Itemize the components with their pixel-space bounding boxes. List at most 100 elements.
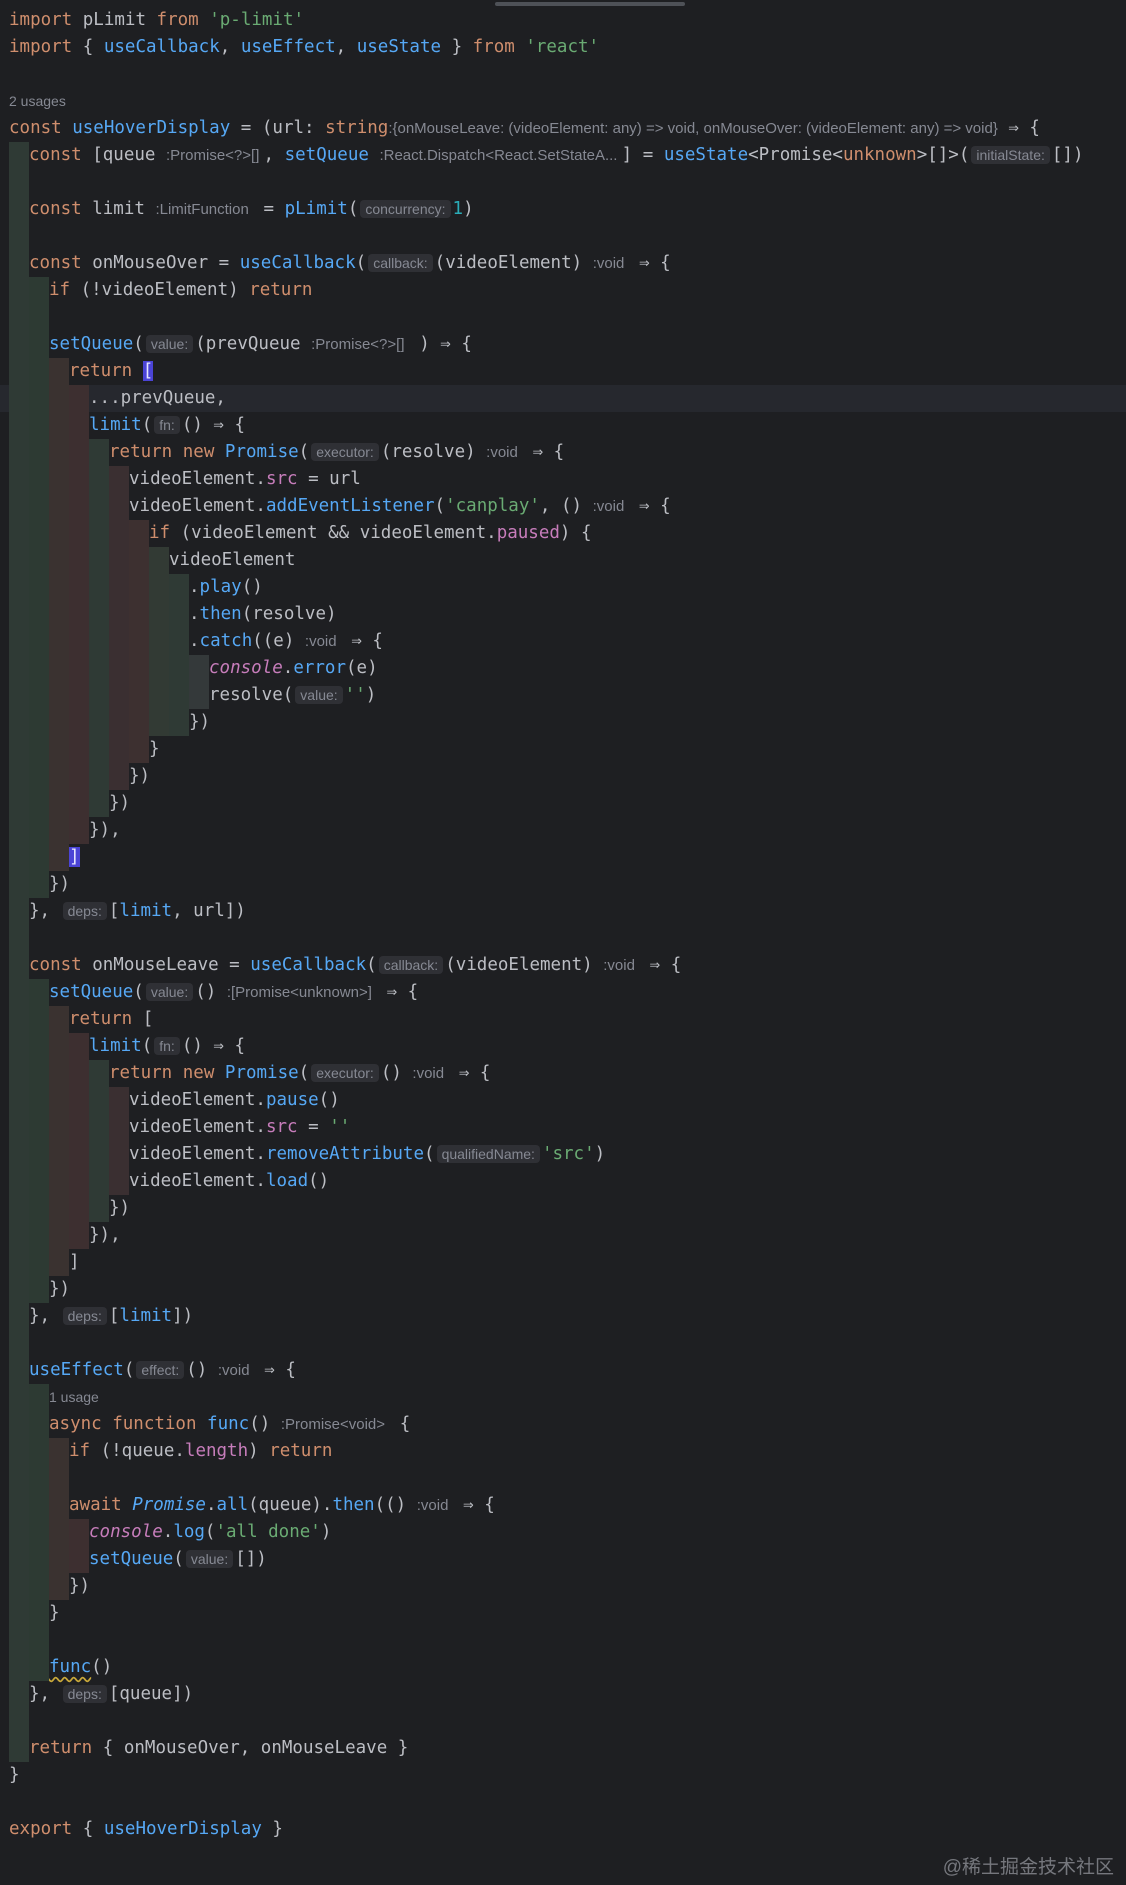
- code-editor[interactable]: import pLimit from 'p-limit' import { use…: [0, 0, 1126, 1885]
- code-line[interactable]: videoElement.src = url: [0, 466, 1126, 493]
- code-line[interactable]: videoElement.pause(): [0, 1087, 1126, 1114]
- code-line[interactable]: ]: [0, 844, 1126, 871]
- code-line[interactable]: [0, 1789, 1126, 1816]
- code-line[interactable]: export { useHoverDisplay }: [0, 1816, 1126, 1843]
- code-line[interactable]: async function func() :Promise<void> {: [0, 1411, 1126, 1438]
- code-line[interactable]: const useHoverDisplay = (url: string:{on…: [0, 115, 1126, 142]
- code-token: (e): [346, 658, 378, 678]
- code-line[interactable]: limit(fn:() ⇒ {: [0, 412, 1126, 439]
- usages-hint[interactable]: 1 usage: [49, 1389, 99, 1405]
- indent-guide: [9, 1033, 29, 1060]
- code-line[interactable]: 1 usage: [0, 1384, 1126, 1411]
- code-line[interactable]: }, deps: [queue]): [0, 1681, 1126, 1708]
- code-line[interactable]: return new Promise(executor: (resolve) :v…: [0, 439, 1126, 466]
- code-token: }): [129, 766, 151, 786]
- code-line[interactable]: videoElement: [0, 547, 1126, 574]
- code-line[interactable]: const [queue :Promise<?>[] , setQueue :R…: [0, 142, 1126, 169]
- code-line[interactable]: [0, 1465, 1126, 1492]
- code-line[interactable]: [0, 1627, 1126, 1654]
- code-line[interactable]: [0, 925, 1126, 952]
- code-token: ): [463, 199, 474, 219]
- code-line[interactable]: [0, 1708, 1126, 1735]
- code-line[interactable]: [0, 304, 1126, 331]
- usages-hint[interactable]: 2 usages: [9, 93, 66, 109]
- code-line[interactable]: if (!queue.length) return: [0, 1438, 1126, 1465]
- indent-guide: [29, 385, 49, 412]
- code-token: const: [29, 145, 93, 165]
- code-line[interactable]: }): [0, 1195, 1126, 1222]
- code-line[interactable]: resolve(value: ''): [0, 682, 1126, 709]
- code-line[interactable]: setQueue(value: (prevQueue :Promise<?>[] …: [0, 331, 1126, 358]
- code-token: all: [216, 1495, 249, 1515]
- code-line[interactable]: const limit :LimitFunction = pLimit(conc…: [0, 196, 1126, 223]
- code-line[interactable]: [0, 1330, 1126, 1357]
- code-line[interactable]: }): [0, 871, 1126, 898]
- code-token: useHoverDisplay: [103, 1819, 262, 1839]
- code-line[interactable]: videoElement.load(): [0, 1168, 1126, 1195]
- code-line[interactable]: return [: [0, 1006, 1126, 1033]
- code-line[interactable]: if (!videoElement) return: [0, 277, 1126, 304]
- code-line[interactable]: import { useCallback, useEffect, useStat…: [0, 34, 1126, 61]
- code-line[interactable]: [0, 169, 1126, 196]
- code-token: (videoElement && videoElement.: [180, 523, 497, 543]
- code-line[interactable]: .catch((e) :void ⇒ {: [0, 628, 1126, 655]
- code-token: string: [325, 118, 389, 138]
- code-line[interactable]: videoElement.src = '': [0, 1114, 1126, 1141]
- indent-guide: [29, 1060, 49, 1087]
- code-line[interactable]: }: [0, 1762, 1126, 1789]
- code-line[interactable]: }: [0, 736, 1126, 763]
- indent-guide: [9, 1546, 29, 1573]
- code-line[interactable]: }: [0, 1600, 1126, 1627]
- code-line[interactable]: }): [0, 709, 1126, 736]
- indent-guide: [49, 1033, 69, 1060]
- code-line[interactable]: func(): [0, 1654, 1126, 1681]
- code-line[interactable]: }): [0, 790, 1126, 817]
- code-line[interactable]: ...prevQueue,: [0, 385, 1126, 412]
- code-line[interactable]: videoElement.addEventListener('canplay',…: [0, 493, 1126, 520]
- indent-guide: [69, 466, 89, 493]
- code-line[interactable]: const onMouseLeave = useCallback(callbac…: [0, 952, 1126, 979]
- code-line[interactable]: return [: [0, 358, 1126, 385]
- type-hint: :void: [592, 255, 629, 272]
- code-line[interactable]: }, deps: [limit]): [0, 1303, 1126, 1330]
- code-line[interactable]: }),: [0, 817, 1126, 844]
- code-token: useState: [356, 37, 442, 57]
- indent-guide: [29, 547, 49, 574]
- indent-guide: [29, 1114, 49, 1141]
- code-token: setQueue: [49, 334, 134, 354]
- code-line[interactable]: import pLimit from 'p-limit': [0, 7, 1126, 34]
- indent-guide: [9, 1627, 29, 1654]
- code-line[interactable]: [0, 61, 1126, 88]
- code-line[interactable]: await Promise.all(queue).then(() :void ⇒…: [0, 1492, 1126, 1519]
- indent-guide: [89, 682, 109, 709]
- indent-guide: [89, 1195, 109, 1222]
- type-hint: :void: [603, 957, 640, 974]
- code-line[interactable]: limit(fn:() ⇒ {: [0, 1033, 1126, 1060]
- code-line[interactable]: return new Promise(executor:() :void ⇒ {: [0, 1060, 1126, 1087]
- code-line[interactable]: setQueue(value:() :[Promise<unknown>] ⇒ …: [0, 979, 1126, 1006]
- code-line[interactable]: .then(resolve): [0, 601, 1126, 628]
- code-line[interactable]: }, deps: [limit, url]): [0, 898, 1126, 925]
- code-line[interactable]: [0, 223, 1126, 250]
- indent-guide: [9, 844, 29, 871]
- code-line[interactable]: useEffect(effect:() :void ⇒ {: [0, 1357, 1126, 1384]
- code-line[interactable]: if (videoElement && videoElement.paused)…: [0, 520, 1126, 547]
- code-line[interactable]: console.error(e): [0, 655, 1126, 682]
- indent-guide: [29, 1465, 49, 1492]
- indent-guide: [49, 736, 69, 763]
- code-line[interactable]: console.log('all done'): [0, 1519, 1126, 1546]
- code-line[interactable]: 2 usages: [0, 88, 1126, 115]
- code-line[interactable]: }): [0, 1573, 1126, 1600]
- code-line[interactable]: setQueue(value:[]): [0, 1546, 1126, 1573]
- indent-guide: [9, 709, 29, 736]
- code-line[interactable]: }): [0, 1276, 1126, 1303]
- code-line[interactable]: }),: [0, 1222, 1126, 1249]
- code-line[interactable]: videoElement.removeAttribute(qualifiedNa…: [0, 1141, 1126, 1168]
- code-line[interactable]: .play(): [0, 574, 1126, 601]
- code-line[interactable]: const onMouseOver = useCallback(callback…: [0, 250, 1126, 277]
- code-line[interactable]: ]: [0, 1249, 1126, 1276]
- indent-guide: [109, 682, 129, 709]
- code-line[interactable]: }): [0, 763, 1126, 790]
- code-line[interactable]: return { onMouseOver, onMouseLeave }: [0, 1735, 1126, 1762]
- indent-guide: [89, 493, 109, 520]
